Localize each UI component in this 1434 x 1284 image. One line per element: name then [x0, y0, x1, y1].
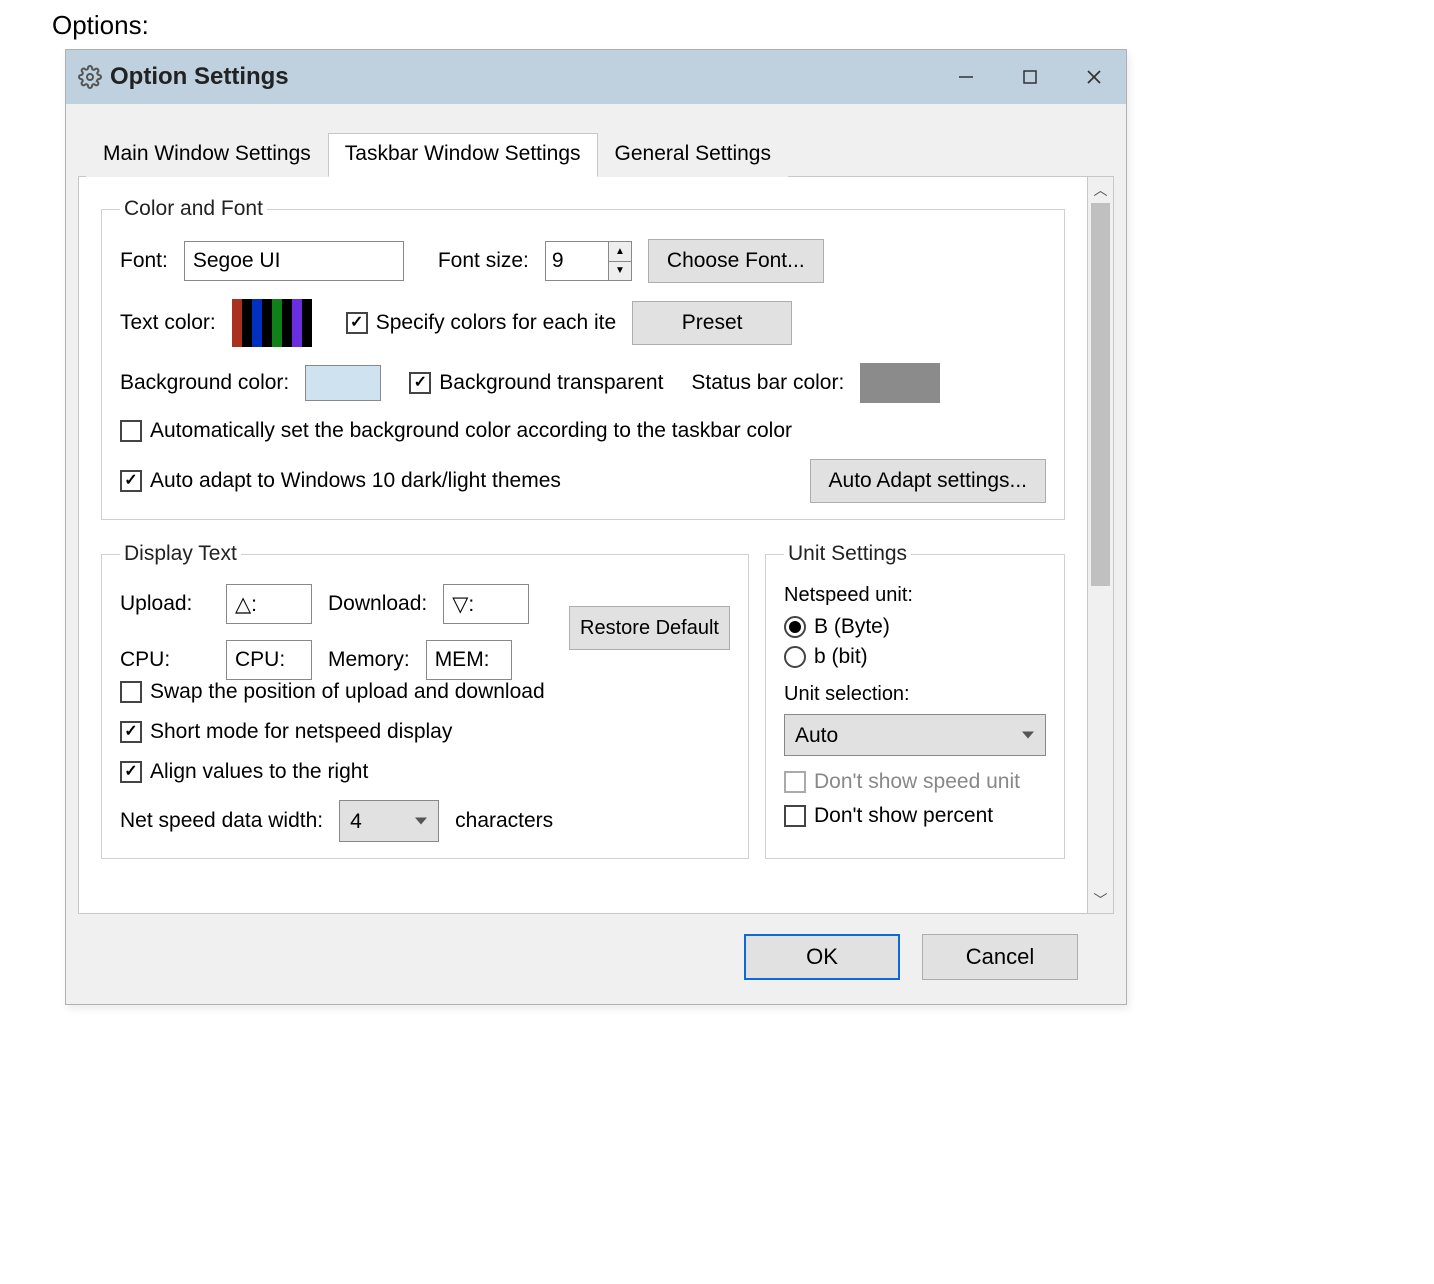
group-display-text-legend: Display Text	[120, 542, 241, 566]
checkbox-icon	[346, 312, 368, 334]
auto-background-checkbox[interactable]: Automatically set the background color a…	[120, 419, 792, 443]
net-speed-width-suffix: characters	[455, 809, 553, 833]
cpu-label: CPU:	[120, 648, 210, 672]
group-unit-settings-legend: Unit Settings	[784, 542, 911, 566]
tab-taskbar-window-settings[interactable]: Taskbar Window Settings	[328, 133, 598, 177]
auto-background-label: Automatically set the background color a…	[150, 419, 792, 443]
choose-font-button[interactable]: Choose Font...	[648, 239, 824, 283]
download-input[interactable]	[443, 584, 529, 624]
dont-show-speed-unit-label: Don't show speed unit	[814, 770, 1020, 794]
specify-colors-label: Specify colors for each ite	[376, 311, 616, 335]
netspeed-unit-label: Netspeed unit:	[784, 584, 1046, 607]
scrollbar-track[interactable]	[1088, 203, 1113, 887]
align-right-checkbox[interactable]: Align values to the right	[120, 760, 368, 784]
radio-byte[interactable]: B (Byte)	[784, 615, 1046, 639]
spinner-up-icon[interactable]: ▲	[609, 242, 631, 262]
tab-general-settings[interactable]: General Settings	[598, 133, 788, 177]
close-button[interactable]	[1062, 50, 1126, 104]
text-color-label: Text color:	[120, 311, 216, 335]
checkbox-icon	[784, 805, 806, 827]
memory-label: Memory:	[328, 648, 410, 672]
memory-input[interactable]	[426, 640, 512, 680]
window-title: Option Settings	[110, 63, 289, 91]
radio-icon	[784, 646, 806, 668]
unit-selection-select[interactable]: Auto	[784, 714, 1046, 756]
background-color-label: Background color:	[120, 371, 289, 395]
cpu-input[interactable]	[226, 640, 312, 680]
radio-icon	[784, 616, 806, 638]
dont-show-percent-label: Don't show percent	[814, 804, 993, 828]
dont-show-percent-checkbox[interactable]: Don't show percent	[784, 804, 1046, 828]
spinner-down-icon[interactable]: ▼	[609, 262, 631, 281]
status-bar-color-box[interactable]	[860, 363, 940, 403]
preset-button[interactable]: Preset	[632, 301, 792, 345]
net-speed-width-select[interactable]: 4	[339, 800, 439, 842]
gear-icon	[78, 65, 102, 89]
cancel-button[interactable]: Cancel	[922, 934, 1078, 980]
titlebar: Option Settings	[66, 50, 1126, 104]
specify-colors-checkbox[interactable]: Specify colors for each ite	[346, 311, 616, 335]
upload-input[interactable]	[226, 584, 312, 624]
vertical-scrollbar[interactable]: ︿ ﹀	[1088, 176, 1114, 914]
short-mode-label: Short mode for netspeed display	[150, 720, 452, 744]
dialog-footer: OK Cancel	[78, 914, 1114, 1004]
radio-bit[interactable]: b (bit)	[784, 645, 1046, 669]
net-speed-width-label: Net speed data width:	[120, 809, 323, 833]
swap-upload-download-checkbox[interactable]: Swap the position of upload and download	[120, 680, 545, 704]
dont-show-speed-unit-checkbox: Don't show speed unit	[784, 770, 1046, 794]
group-unit-settings: Unit Settings Netspeed unit: B (Byte) b …	[765, 542, 1065, 859]
minimize-button[interactable]	[934, 50, 998, 104]
swap-upload-download-label: Swap the position of upload and download	[150, 680, 545, 704]
restore-default-button[interactable]: Restore Default	[569, 606, 730, 650]
align-right-label: Align values to the right	[150, 760, 368, 784]
checkbox-icon	[120, 761, 142, 783]
checkbox-icon	[120, 721, 142, 743]
auto-adapt-label: Auto adapt to Windows 10 dark/light them…	[150, 469, 561, 493]
tab-content: Color and Font Font: Font size: ▲ ▼	[78, 176, 1088, 914]
scrollbar-thumb[interactable]	[1091, 203, 1110, 586]
short-mode-checkbox[interactable]: Short mode for netspeed display	[120, 720, 452, 744]
background-transparent-label: Background transparent	[439, 371, 663, 395]
outer-options-label: Options:	[0, 0, 1434, 49]
font-size-label: Font size:	[438, 249, 529, 273]
download-label: Download:	[328, 592, 427, 616]
text-color-swatch[interactable]	[232, 299, 312, 347]
font-size-input[interactable]	[546, 242, 608, 280]
font-input[interactable]	[184, 241, 404, 281]
checkbox-icon	[784, 771, 806, 793]
auto-adapt-settings-button[interactable]: Auto Adapt settings...	[810, 459, 1046, 503]
scroll-up-icon[interactable]: ︿	[1088, 177, 1113, 203]
group-display-text: Display Text Upload: Download:	[101, 542, 749, 859]
checkbox-icon	[120, 681, 142, 703]
group-color-and-font: Color and Font Font: Font size: ▲ ▼	[101, 197, 1065, 520]
option-settings-window: Option Settings Main Window Settings Tas…	[65, 49, 1127, 1005]
font-label: Font:	[120, 249, 168, 273]
ok-button[interactable]: OK	[744, 934, 900, 980]
background-transparent-checkbox[interactable]: Background transparent	[409, 371, 663, 395]
upload-label: Upload:	[120, 592, 210, 616]
tab-strip: Main Window Settings Taskbar Window Sett…	[86, 132, 1114, 176]
maximize-button[interactable]	[998, 50, 1062, 104]
checkbox-icon	[120, 470, 142, 492]
radio-bit-label: b (bit)	[814, 645, 868, 669]
status-bar-color-label: Status bar color:	[691, 371, 844, 395]
auto-adapt-checkbox[interactable]: Auto adapt to Windows 10 dark/light them…	[120, 469, 561, 493]
scroll-down-icon[interactable]: ﹀	[1088, 887, 1113, 913]
radio-byte-label: B (Byte)	[814, 615, 890, 639]
group-color-and-font-legend: Color and Font	[120, 197, 267, 221]
tab-main-window-settings[interactable]: Main Window Settings	[86, 133, 328, 177]
checkbox-icon	[409, 372, 431, 394]
background-color-box[interactable]	[305, 365, 381, 401]
checkbox-icon	[120, 420, 142, 442]
unit-selection-label: Unit selection:	[784, 683, 1046, 706]
font-size-spinner[interactable]: ▲ ▼	[545, 241, 632, 281]
